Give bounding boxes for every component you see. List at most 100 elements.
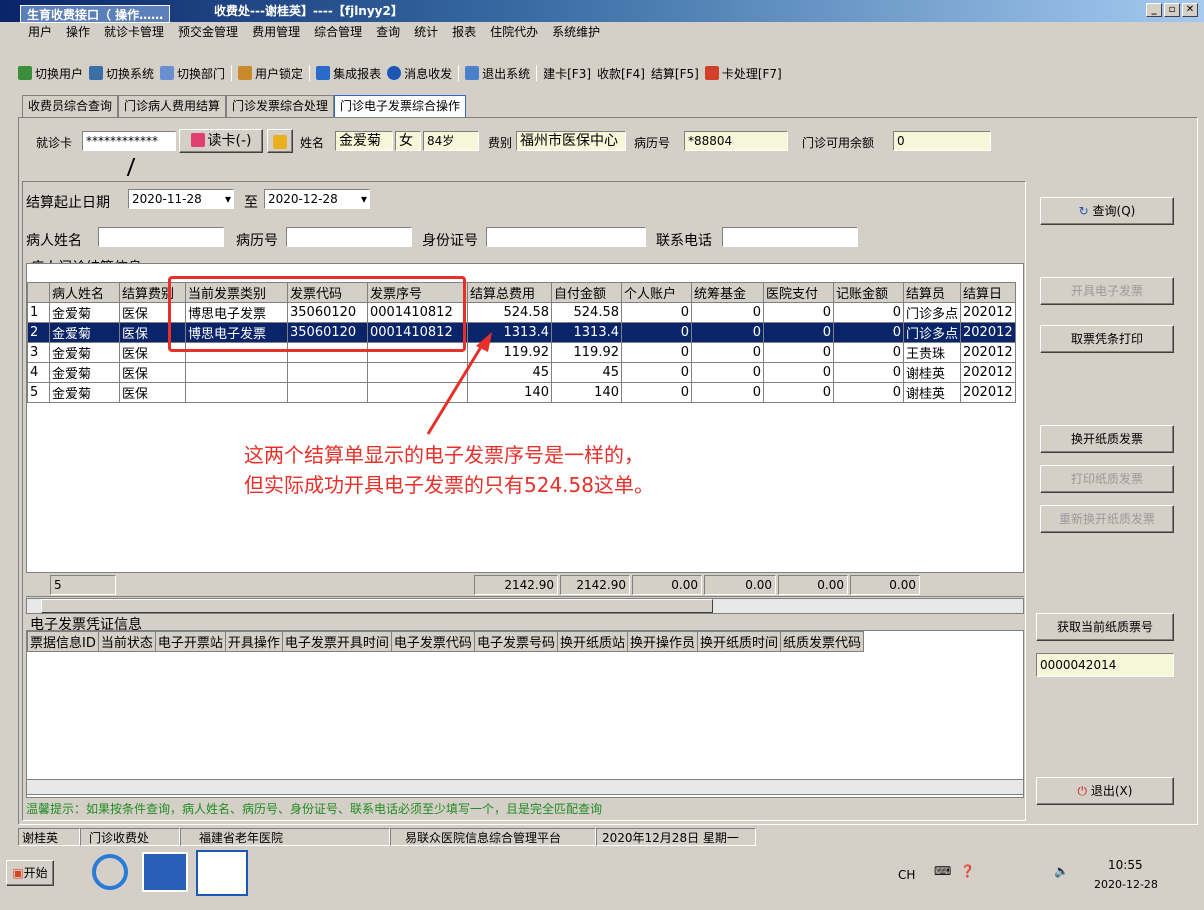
- menu-inpatient[interactable]: 住院代办: [490, 22, 538, 42]
- col-header[interactable]: 个人账户: [621, 282, 692, 303]
- total-amount: 2142.90: [474, 575, 558, 595]
- total-bill: 0.00: [850, 575, 920, 595]
- lock-user-button[interactable]: 用户锁定: [238, 65, 303, 82]
- swap-paper-invoice-button[interactable]: 换开纸质发票: [1040, 425, 1174, 453]
- card-input[interactable]: ************: [82, 131, 176, 151]
- keyboard-icon[interactable]: ⌨: [934, 864, 951, 878]
- id-card-input[interactable]: [486, 227, 646, 247]
- info-icon: [387, 66, 402, 80]
- tab-cashier-query[interactable]: 收费员综合查询: [22, 95, 119, 117]
- phone-input[interactable]: [722, 227, 858, 247]
- card-reader-icon: [190, 133, 205, 147]
- exit-button[interactable]: ⏻ 退出(X): [1036, 777, 1174, 805]
- switch-system-button[interactable]: 切换系统: [89, 65, 154, 82]
- date-from-picker[interactable]: 2020-11-28 ▾: [128, 189, 234, 209]
- col-header[interactable]: 医院支付: [763, 282, 834, 303]
- col-header[interactable]: 换开纸质站: [556, 631, 628, 652]
- sex-field: 女: [395, 131, 421, 151]
- query-button[interactable]: ↻ 查询(Q): [1040, 197, 1174, 225]
- col-header[interactable]: 开具操作: [224, 631, 283, 652]
- horizontal-scrollbar-2[interactable]: [26, 779, 1024, 795]
- create-card-button[interactable]: 建卡[F3]: [543, 65, 591, 82]
- col-header[interactable]: 自付金额: [551, 282, 622, 303]
- date-to-picker[interactable]: 2020-12-28 ▾: [264, 189, 370, 209]
- col-header[interactable]: 结算日: [960, 282, 1016, 303]
- menu-system[interactable]: 系统维护: [552, 22, 600, 42]
- scroll-thumb[interactable]: [41, 599, 713, 613]
- tab-outpatient-settle[interactable]: 门诊病人费用结算: [118, 95, 227, 117]
- report-button[interactable]: 集成报表: [316, 65, 381, 82]
- exit-system-button[interactable]: 退出系统: [465, 65, 530, 82]
- col-header[interactable]: 电子发票开具时间: [281, 631, 392, 652]
- horizontal-scrollbar[interactable]: [26, 598, 1024, 614]
- col-header[interactable]: 统筹基金: [691, 282, 764, 303]
- menu-card[interactable]: 就诊卡管理: [104, 22, 164, 42]
- record-label: 病历号: [634, 136, 671, 150]
- read-card-button[interactable]: 读卡(-): [179, 129, 263, 153]
- close-button[interactable]: ✕: [1182, 3, 1198, 17]
- col-header[interactable]: 电子开票站: [154, 631, 226, 652]
- volume-icon[interactable]: 🔈: [1054, 864, 1069, 878]
- his-app-icon[interactable]: [196, 850, 248, 896]
- taskbar: ▣开始 CH ⌨ ❓ 🔈 10:55 2020-12-28: [0, 846, 1204, 910]
- floating-tag[interactable]: 生育收费接口（ 操作……: [20, 5, 171, 23]
- switch-user-button[interactable]: 切换用户: [18, 65, 83, 82]
- fee-type-field: 福州市医保中心: [516, 131, 626, 151]
- total-hospital: 0.00: [778, 575, 848, 595]
- menu-deposit[interactable]: 预交金管理: [178, 22, 238, 42]
- col-header[interactable]: 纸质发票代码: [779, 631, 865, 652]
- dropdown-arrow-icon[interactable]: ▾: [361, 190, 367, 208]
- clear-button[interactable]: [267, 129, 293, 153]
- dropdown-arrow-icon[interactable]: ▾: [225, 190, 231, 208]
- settle-button[interactable]: 结算[F5]: [651, 65, 699, 82]
- lang-indicator[interactable]: CH: [898, 868, 915, 882]
- ie-icon[interactable]: [92, 854, 128, 890]
- start-button[interactable]: ▣开始: [6, 860, 54, 886]
- balance-field: 0: [893, 131, 991, 151]
- status-bar: 谢桂英 门诊收费处 福建省老年医院 易联众医院信息综合管理平台 2020年12月…: [18, 828, 1198, 846]
- paper-number-field: 0000042014: [1036, 653, 1174, 677]
- tab-e-invoice[interactable]: 门诊电子发票综合操作: [334, 95, 467, 117]
- patient-name-input[interactable]: [98, 227, 224, 247]
- print-receipt-button[interactable]: 取票凭条打印: [1040, 325, 1174, 353]
- col-header[interactable]: 病人姓名: [49, 282, 120, 303]
- col-header[interactable]: 记账金额: [833, 282, 904, 303]
- menu-general[interactable]: 综合管理: [314, 22, 362, 42]
- menu-query[interactable]: 查询: [376, 22, 400, 42]
- phone-label: 联系电话: [656, 233, 712, 249]
- print-paper-invoice-button[interactable]: 打印纸质发票: [1040, 465, 1174, 493]
- message-button[interactable]: 消息收发: [387, 65, 452, 82]
- restore-button[interactable]: ▫: [1164, 3, 1180, 17]
- issue-e-invoice-button[interactable]: 开具电子发票: [1040, 277, 1174, 305]
- e-invoice-grid[interactable]: 票据信息ID 当前状态 电子开票站 开具操作 电子发票开具时间 电子发票代码 电…: [26, 630, 1024, 798]
- reswap-paper-invoice-button[interactable]: 重新换开纸质发票: [1040, 505, 1174, 533]
- menu-user[interactable]: 用户: [28, 22, 52, 42]
- tab-invoice-process[interactable]: 门诊发票综合处理: [226, 95, 335, 117]
- table-row[interactable]: 4 金爱菊 医保 45 45 0 0 0 0 谢桂英 202012: [27, 362, 1016, 383]
- app-shortcut-icon[interactable]: [142, 852, 188, 892]
- col-header[interactable]: 电子发票号码: [473, 631, 558, 652]
- menu-report[interactable]: 报表: [452, 22, 476, 42]
- get-paper-number-button[interactable]: 获取当前纸质票号: [1036, 613, 1174, 641]
- card-process-button[interactable]: 卡处理[F7]: [704, 65, 782, 82]
- minimize-button[interactable]: _: [1146, 3, 1162, 17]
- col-header[interactable]: 结算总费用: [467, 282, 552, 303]
- col-header[interactable]: 结算员: [902, 282, 962, 303]
- menu-fee[interactable]: 费用管理: [252, 22, 300, 42]
- collect-button[interactable]: 收款[F4]: [597, 65, 645, 82]
- toolbar-separator: [458, 65, 460, 81]
- clock-date: 2020-12-28: [1094, 878, 1158, 891]
- col-header[interactable]: 换开纸质时间: [696, 631, 782, 652]
- help-icon[interactable]: ❓: [960, 864, 975, 878]
- record-no-input[interactable]: [286, 227, 412, 247]
- totals-row: 5 2142.90 2142.90 0.00 0.00 0.00 0.00: [26, 572, 1024, 596]
- col-header[interactable]: 当前状态: [97, 631, 156, 652]
- col-header[interactable]: [27, 282, 50, 303]
- col-header[interactable]: 换开操作员: [626, 631, 698, 652]
- switch-dept-button[interactable]: 切换部门: [160, 65, 225, 82]
- table-row[interactable]: 5 金爱菊 医保 140 140 0 0 0 0 谢桂英 202012: [27, 382, 1016, 403]
- col-header[interactable]: 电子发票代码: [390, 631, 475, 652]
- col-header[interactable]: 票据信息ID: [27, 631, 99, 652]
- menu-operate[interactable]: 操作: [66, 22, 90, 42]
- menu-stats[interactable]: 统计: [414, 22, 438, 42]
